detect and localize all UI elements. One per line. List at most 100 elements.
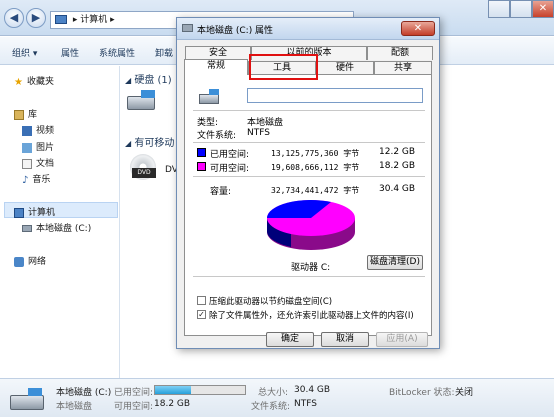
fs-label: 文件系统: bbox=[197, 131, 237, 141]
music-icon: ♪ bbox=[22, 174, 29, 186]
status-bitlocker-value: 关闭 bbox=[455, 388, 474, 398]
status-total-label: 总大小: bbox=[258, 388, 289, 398]
nav-local-disk-label: 本地磁盘 (C:) bbox=[36, 224, 92, 234]
group-hard-disks[interactable]: ◢ 硬盘 (1) bbox=[125, 71, 172, 86]
status-total-value: 30.4 GB bbox=[294, 385, 331, 395]
properties-button[interactable]: 属性 bbox=[61, 46, 79, 59]
dialog-close-button[interactable]: ✕ bbox=[401, 21, 435, 36]
back-button[interactable]: ◀ bbox=[4, 8, 24, 28]
status-bitlocker-label: BitLocker 状态: bbox=[389, 388, 455, 398]
drive-icon bbox=[22, 225, 32, 232]
star-icon: ★ bbox=[14, 76, 23, 88]
uninstall-button[interactable]: 卸载 bbox=[155, 46, 173, 59]
fs-value: NTFS bbox=[247, 128, 270, 138]
navigation-pane: ★ 收藏夹 库 视频 图片 文档 ♪ 音乐 计算机 本地磁盘 (C:) 网络 bbox=[0, 66, 120, 378]
drive-letter-label: 驱动器 C: bbox=[291, 263, 331, 273]
nav-lib-videos-label: 视频 bbox=[36, 126, 55, 136]
nav-libraries-label: 库 bbox=[28, 110, 38, 120]
used-space-gb: 12.2 GB bbox=[379, 147, 416, 157]
cancel-button[interactable]: 取消 bbox=[321, 332, 369, 347]
document-icon bbox=[22, 158, 32, 169]
index-label: 除了文件属性外，还允许索引此驱动器上文件的内容(I) bbox=[209, 311, 414, 321]
status-used-label: 已用空间: bbox=[114, 388, 154, 398]
computer-icon bbox=[55, 15, 67, 24]
compress-checkbox[interactable] bbox=[197, 296, 206, 305]
divider bbox=[193, 142, 425, 143]
dvd-logo: DVD bbox=[132, 168, 156, 178]
address-chevron-2[interactable]: ▸ bbox=[110, 15, 115, 25]
picture-icon bbox=[22, 142, 32, 153]
capacity-label: 容量: bbox=[210, 187, 232, 197]
nav-favorites[interactable]: ★ 收藏夹 bbox=[14, 74, 54, 88]
free-color-swatch bbox=[197, 162, 206, 171]
status-free-value: 18.2 GB bbox=[154, 399, 191, 409]
drive-name-input[interactable] bbox=[247, 88, 423, 103]
nav-lib-music-label: 音乐 bbox=[32, 175, 51, 185]
drive-icon bbox=[182, 24, 193, 32]
tab-security[interactable]: 安全 bbox=[185, 46, 251, 60]
local-disk-item[interactable] bbox=[127, 90, 157, 116]
nav-lib-videos[interactable]: 视频 bbox=[22, 123, 54, 136]
status-drive-icon bbox=[10, 387, 46, 411]
video-icon bbox=[22, 125, 32, 136]
capacity-bytes: 32,734,441,472 字节 bbox=[271, 186, 360, 195]
library-icon bbox=[14, 109, 24, 120]
computer-icon bbox=[14, 207, 24, 218]
close-window-button[interactable]: ✕ bbox=[532, 0, 554, 18]
tab-quota[interactable]: 配额 bbox=[367, 46, 433, 60]
tools-tab-highlight bbox=[249, 54, 318, 80]
tab-hardware[interactable]: 硬件 bbox=[316, 61, 374, 75]
group-hard-disks-label: 硬盘 (1) bbox=[134, 75, 172, 86]
nav-computer[interactable]: 计算机 bbox=[14, 205, 55, 218]
details-pane: 本地磁盘 (C:) 本地磁盘 已用空间: 可用空间: 18.2 GB 总大小: … bbox=[0, 378, 554, 417]
type-value: 本地磁盘 bbox=[247, 118, 284, 128]
organize-button[interactable]: 组织 ▾ bbox=[12, 46, 37, 59]
address-chevron: ▸ bbox=[72, 15, 78, 25]
address-computer[interactable]: 计算机 bbox=[80, 15, 107, 25]
system-properties-button[interactable]: 系统属性 bbox=[99, 46, 135, 59]
divider bbox=[193, 276, 425, 277]
dvd-drive-item[interactable]: DVD bbox=[130, 154, 160, 184]
free-space-label: 可用空间: bbox=[210, 164, 250, 174]
nav-computer-label: 计算机 bbox=[28, 208, 56, 218]
status-drive-sub: 本地磁盘 bbox=[56, 402, 93, 412]
status-fs-value: NTFS bbox=[294, 399, 317, 409]
index-checkbox[interactable]: ✓ bbox=[197, 310, 206, 319]
ok-button[interactable]: 确定 bbox=[266, 332, 314, 347]
nav-lib-music[interactable]: ♪ 音乐 bbox=[22, 172, 51, 186]
nav-network-label: 网络 bbox=[28, 257, 47, 267]
tab-general[interactable]: 常规 bbox=[184, 59, 248, 75]
nav-lib-pictures[interactable]: 图片 bbox=[22, 140, 54, 153]
status-drive-name: 本地磁盘 (C:) bbox=[56, 388, 112, 398]
used-color-swatch bbox=[197, 148, 206, 157]
group-removable[interactable]: ◢ 有可移动 bbox=[125, 134, 174, 149]
nav-libraries[interactable]: 库 bbox=[14, 107, 37, 120]
disk-cleanup-button[interactable]: 磁盘清理(D) bbox=[367, 255, 423, 270]
used-space-label: 已用空间: bbox=[210, 150, 250, 160]
dialog-title: 本地磁盘 (C:) 属性 bbox=[197, 26, 274, 36]
network-icon bbox=[14, 256, 24, 267]
tab-sharing[interactable]: 共享 bbox=[374, 61, 432, 75]
collapse-icon: ◢ bbox=[125, 139, 132, 148]
collapse-icon: ◢ bbox=[125, 76, 132, 85]
dialog-titlebar[interactable]: 本地磁盘 (C:) 属性 ✕ bbox=[177, 18, 439, 40]
nav-favorites-label: 收藏夹 bbox=[26, 77, 54, 87]
nav-lib-documents[interactable]: 文档 bbox=[22, 156, 54, 169]
general-tab-panel: 类型: 本地磁盘 文件系统: NTFS 已用空间: 13,125,775,360… bbox=[184, 74, 432, 336]
compress-label: 压缩此驱动器以节约磁盘空间(C) bbox=[209, 297, 333, 307]
nav-lib-pictures-label: 图片 bbox=[36, 143, 55, 153]
nav-local-disk[interactable]: 本地磁盘 (C:) bbox=[22, 221, 91, 234]
nav-lib-documents-label: 文档 bbox=[36, 159, 55, 169]
status-fs-label: 文件系统: bbox=[251, 402, 291, 412]
drive-large-icon bbox=[199, 89, 221, 105]
disk-usage-pie bbox=[267, 200, 355, 250]
usage-bar bbox=[154, 385, 246, 395]
apply-button[interactable]: 应用(A) bbox=[376, 332, 428, 347]
nav-network[interactable]: 网络 bbox=[14, 254, 46, 267]
forward-button[interactable]: ▶ bbox=[26, 8, 46, 28]
used-space-bytes: 13,125,775,360 字节 bbox=[271, 149, 360, 158]
minimize-button[interactable] bbox=[488, 0, 510, 18]
free-space-bytes: 19,608,666,112 字节 bbox=[271, 163, 360, 172]
capacity-gb: 30.4 GB bbox=[379, 184, 416, 194]
maximize-button[interactable] bbox=[510, 0, 532, 18]
